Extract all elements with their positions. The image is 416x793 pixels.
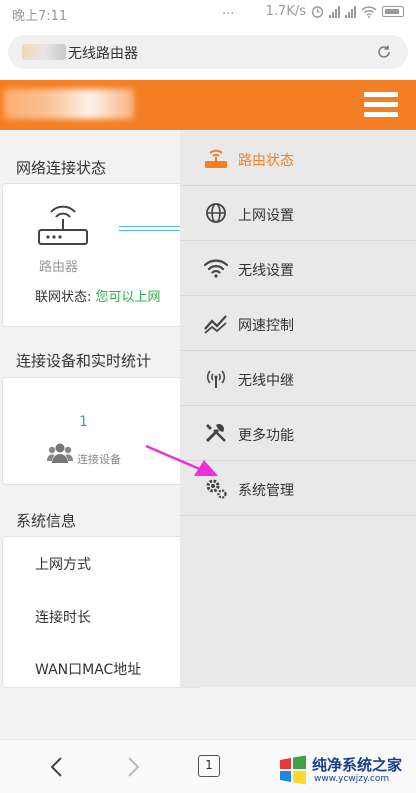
devices-title: 连接设备和实时统计 (16, 352, 152, 370)
speed-icon (204, 315, 227, 334)
battery-icon (382, 6, 404, 17)
status-time: 晚上7:11 (12, 9, 68, 24)
signal-icon (329, 5, 340, 18)
back-icon[interactable] (44, 754, 70, 780)
wifi-icon (204, 259, 228, 278)
info-row-wan-mac: WAN口MAC地址 (35, 662, 142, 678)
windows-logo-icon (280, 755, 306, 785)
url-field[interactable]: 无线路由器 (8, 35, 408, 69)
menu-label: 上网设置 (238, 208, 294, 224)
forward-icon[interactable] (120, 754, 146, 780)
wifi-status-icon (361, 5, 377, 18)
menu-item-wireless-settings[interactable]: 无线设置 (180, 241, 416, 296)
reload-icon[interactable] (376, 44, 392, 60)
watermark-url: www.ycwjzy.com (314, 774, 390, 784)
status-right: 1.7K/s (266, 4, 404, 19)
router-icon (205, 149, 227, 168)
menu-label: 路由状态 (238, 153, 294, 169)
router-icon (38, 205, 88, 245)
watermark: 纯净系统之家 www.ycwjzy.com (278, 752, 412, 790)
signal-icon-2 (345, 5, 356, 18)
connection-line (119, 226, 189, 231)
net-status-label: 联网状态: (35, 290, 92, 305)
menu-item-internet-settings[interactable]: 上网设置 (180, 186, 416, 241)
menu-item-router-status[interactable]: 路由状态 (180, 131, 416, 186)
menu-item-speed-control[interactable]: 网速控制 (180, 296, 416, 351)
network-status-title: 网络连接状态 (16, 159, 107, 177)
blurred-brand (22, 44, 66, 60)
menu-icon[interactable] (364, 92, 398, 118)
net-status-value: 您可以上网 (95, 290, 161, 305)
menu-label: 无线中继 (238, 373, 294, 389)
users-icon (47, 443, 73, 463)
router-header (0, 80, 416, 130)
system-info-title: 系统信息 (16, 512, 77, 530)
menu-item-wireless-repeater[interactable]: 无线中继 (180, 351, 416, 406)
antenna-icon (206, 370, 226, 388)
page: 晚上7:11 ... 1.7K/s 无线路由器 网络连接状态 路由器 联网状态:… (0, 0, 416, 793)
tabs-button[interactable]: 1 (198, 755, 220, 777)
annotation-arrow (145, 444, 218, 476)
gear-icon (206, 479, 227, 499)
net-status: 联网状态: 您可以上网 (35, 286, 161, 305)
device-label: 连接设备 (77, 453, 121, 466)
nav-menu: 路由状态 上网设置 无线设置 网速控制 无线中继 更多功能 系统管理 (180, 131, 416, 687)
network-speed: 1.7K/s (265, 4, 306, 19)
globe-icon (206, 203, 226, 223)
blurred-logo (4, 89, 134, 119)
address-bar: 无线路由器 (0, 26, 416, 80)
menu-label: 更多功能 (238, 428, 294, 444)
menu-label: 无线设置 (238, 263, 294, 279)
status-bar: 晚上7:11 ... 1.7K/s (0, 0, 416, 26)
device-count: 1 (79, 414, 88, 430)
info-row-duration: 连接时长 (35, 610, 91, 626)
alarm-icon (311, 6, 324, 18)
info-row-wan-type: 上网方式 (35, 557, 91, 573)
system-info-card: 上网方式 连接时长 WAN口MAC地址 (2, 536, 202, 688)
router-label: 路由器 (39, 260, 79, 275)
page-title: 无线路由器 (68, 46, 138, 62)
network-status-card: 路由器 联网状态: 您可以上网 (2, 183, 202, 327)
menu-label: 网速控制 (238, 318, 294, 334)
status-dots: ... (222, 3, 235, 18)
watermark-text: 纯净系统之家 (312, 756, 403, 774)
menu-label: 系统管理 (238, 483, 294, 499)
